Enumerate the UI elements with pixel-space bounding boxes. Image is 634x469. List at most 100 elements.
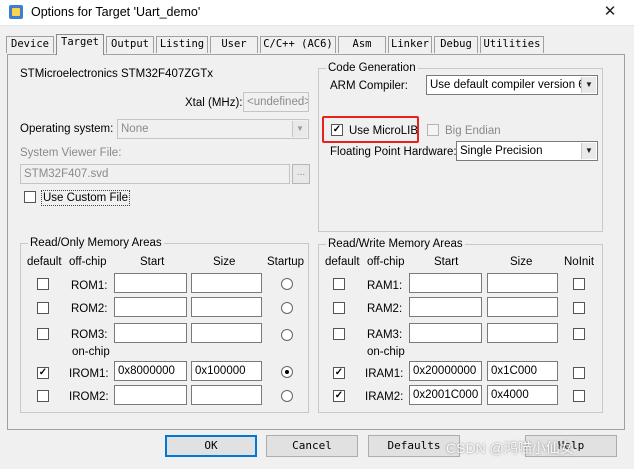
- rom2-label: ROM2:: [71, 303, 108, 315]
- iram1-default-checkbox[interactable]: ✓: [333, 367, 345, 379]
- rw-onchip-label: on-chip: [367, 346, 405, 358]
- ram3-noinit-checkbox[interactable]: [573, 328, 585, 340]
- iram2-start-input[interactable]: 0x2001C000: [409, 385, 482, 405]
- rom1-default-checkbox[interactable]: [37, 278, 49, 290]
- os-select-value: None: [121, 123, 149, 135]
- tab-device[interactable]: Device: [6, 36, 54, 53]
- ro-header-size: Size: [213, 256, 236, 268]
- ro-onchip-label: on-chip: [72, 346, 110, 358]
- device-name: STMicroelectronics STM32F407ZGTx: [20, 68, 213, 80]
- fpu-select[interactable]: Single Precision ▼: [456, 141, 598, 161]
- iram1-size-input[interactable]: 0x1C000: [487, 361, 558, 381]
- arm-compiler-select[interactable]: Use default compiler version 6 ▼: [426, 75, 598, 95]
- rw-header-default: default: [325, 256, 360, 268]
- ram1-default-checkbox[interactable]: [333, 278, 345, 290]
- fpu-label: Floating Point Hardware:: [330, 146, 457, 158]
- ram3-size-input[interactable]: [487, 323, 558, 343]
- ro-memory-legend: Read/Only Memory Areas: [28, 236, 164, 250]
- rom3-startup-radio[interactable]: [281, 329, 293, 341]
- tab-target[interactable]: Target: [56, 34, 104, 55]
- xtal-label: Xtal (MHz):: [185, 97, 243, 109]
- rom1-start-input[interactable]: [114, 273, 187, 293]
- title-bar: Options for Target 'Uart_demo' ✕: [0, 0, 634, 26]
- svd-label: System Viewer File:: [20, 147, 122, 159]
- tab-listing[interactable]: Listing: [156, 36, 208, 53]
- ram3-start-input[interactable]: [409, 323, 482, 343]
- ro-header-default: default: [27, 256, 62, 268]
- tab-utilities[interactable]: Utilities: [480, 36, 544, 53]
- ro-header-start: Start: [140, 256, 165, 268]
- iram1-label: IRAM1:: [365, 368, 404, 380]
- ram1-noinit-checkbox[interactable]: [573, 278, 585, 290]
- ram1-start-input[interactable]: [409, 273, 482, 293]
- iram2-noinit-checkbox[interactable]: [573, 390, 585, 402]
- rom3-size-input[interactable]: [191, 323, 262, 343]
- code-generation-legend: Code Generation: [326, 61, 418, 75]
- use-custom-file-checkbox[interactable]: [24, 191, 36, 203]
- tab-asm[interactable]: Asm: [338, 36, 386, 53]
- watermark-text: CSDN @鸿喵小仙女: [446, 440, 574, 456]
- irom1-size-input[interactable]: 0x100000: [191, 361, 262, 381]
- tab-linker[interactable]: Linker: [388, 36, 432, 53]
- big-endian-checkbox[interactable]: [427, 124, 439, 136]
- irom1-start-input[interactable]: 0x8000000: [114, 361, 187, 381]
- rom3-label: ROM3:: [71, 329, 108, 341]
- use-custom-file-label: Use Custom File: [41, 190, 130, 206]
- rw-memory-legend: Read/Write Memory Areas: [326, 237, 465, 251]
- iram2-default-checkbox[interactable]: ✓: [333, 390, 345, 402]
- iram1-start-input[interactable]: 0x20000000: [409, 361, 482, 381]
- rom2-size-input[interactable]: [191, 297, 262, 317]
- fpu-value: Single Precision: [460, 145, 543, 157]
- rw-header-offchip: off-chip: [367, 256, 405, 268]
- tab-strip: Device Target Output Listing User C/C++ …: [6, 34, 630, 55]
- rw-header-noinit: NoInit: [564, 256, 595, 268]
- iram1-noinit-checkbox[interactable]: [573, 367, 585, 379]
- irom1-label: IROM1:: [69, 368, 109, 380]
- os-select[interactable]: None ▼: [117, 119, 309, 139]
- irom2-default-checkbox[interactable]: [37, 390, 49, 402]
- irom2-label: IROM2:: [69, 391, 109, 403]
- window-title: Options for Target 'Uart_demo': [31, 5, 201, 19]
- ram2-size-input[interactable]: [487, 297, 558, 317]
- rw-header-start: Start: [434, 256, 459, 268]
- xtal-input[interactable]: <undefined>: [243, 92, 309, 112]
- irom2-start-input[interactable]: [114, 385, 187, 405]
- ram1-size-input[interactable]: [487, 273, 558, 293]
- ok-button[interactable]: OK: [165, 435, 257, 457]
- irom1-default-checkbox[interactable]: ✓: [37, 367, 49, 379]
- ram2-noinit-checkbox[interactable]: [573, 302, 585, 314]
- rom2-default-checkbox[interactable]: [37, 302, 49, 314]
- browse-button[interactable]: ...: [292, 164, 310, 184]
- chevron-down-icon: ▼: [292, 121, 307, 137]
- iram2-size-input[interactable]: 0x4000: [487, 385, 558, 405]
- rom3-start-input[interactable]: [114, 323, 187, 343]
- ram3-label: RAM3:: [367, 329, 403, 341]
- rom3-default-checkbox[interactable]: [37, 328, 49, 340]
- ram2-start-input[interactable]: [409, 297, 482, 317]
- tab-debug[interactable]: Debug: [434, 36, 478, 53]
- irom2-startup-radio[interactable]: [281, 390, 293, 402]
- ram2-default-checkbox[interactable]: [333, 302, 345, 314]
- arm-compiler-label: ARM Compiler:: [330, 80, 408, 92]
- microlib-highlight-box: [322, 116, 419, 143]
- ro-header-offchip: off-chip: [69, 256, 107, 268]
- rom1-size-input[interactable]: [191, 273, 262, 293]
- tab-output[interactable]: Output: [106, 36, 154, 53]
- rw-header-size: Size: [510, 256, 533, 268]
- chevron-down-icon: ▼: [581, 143, 596, 159]
- tab-c-cpp[interactable]: C/C++ (AC6): [260, 36, 336, 53]
- close-button[interactable]: ✕: [598, 2, 622, 22]
- ram2-label: RAM2:: [367, 303, 403, 315]
- rom2-start-input[interactable]: [114, 297, 187, 317]
- ram3-default-checkbox[interactable]: [333, 328, 345, 340]
- cancel-button[interactable]: Cancel: [266, 435, 358, 457]
- rom1-startup-radio[interactable]: [281, 278, 293, 290]
- iram2-label: IRAM2:: [365, 391, 404, 403]
- rom2-startup-radio[interactable]: [281, 302, 293, 314]
- irom2-size-input[interactable]: [191, 385, 262, 405]
- svd-file-input[interactable]: STM32F407.svd: [20, 164, 290, 184]
- os-label: Operating system:: [20, 123, 114, 135]
- irom1-startup-radio[interactable]: [281, 366, 293, 378]
- tab-user[interactable]: User: [210, 36, 258, 53]
- chevron-down-icon: ▼: [581, 77, 596, 93]
